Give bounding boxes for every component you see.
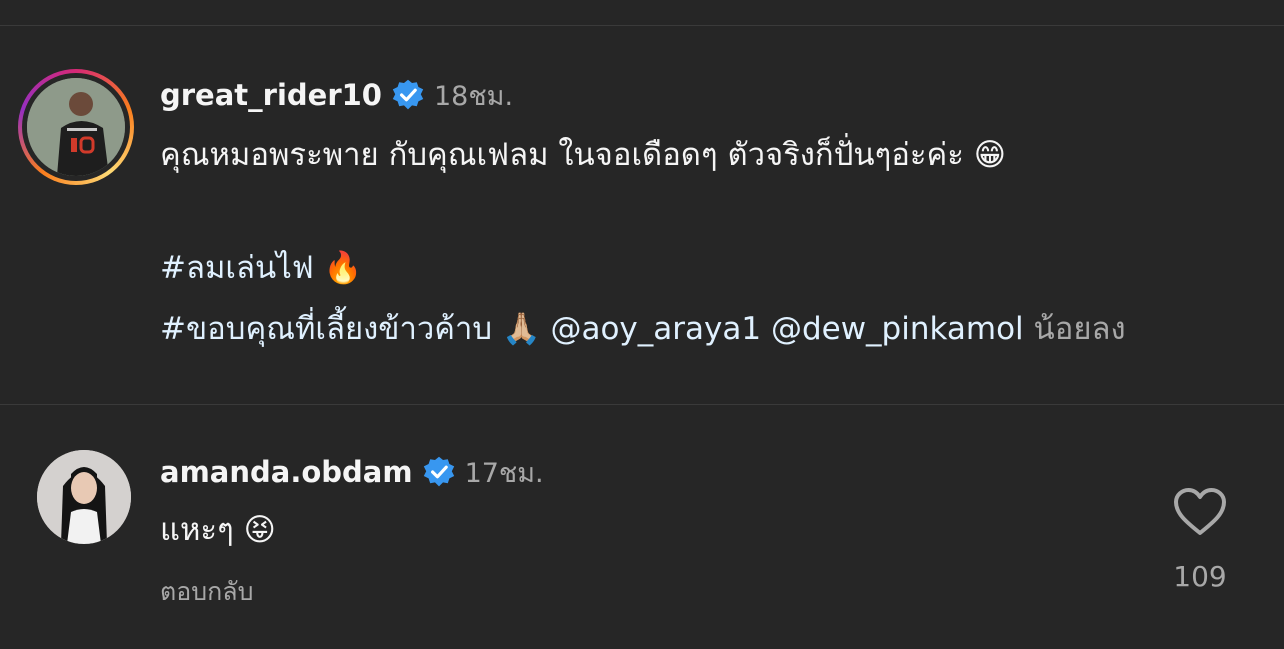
like-count: 109 — [1173, 560, 1227, 593]
grinning-emoji-icon: 😁 — [973, 137, 1007, 173]
praying-hands-emoji-icon: 🙏🏼 — [501, 311, 541, 347]
post-author-avatar[interactable] — [18, 69, 134, 185]
comment-author-avatar[interactable] — [37, 450, 131, 544]
show-less-link[interactable]: น้อยลง — [1034, 311, 1126, 347]
post-username[interactable]: great_rider10 — [160, 78, 382, 112]
mention-link[interactable]: @aoy_araya1 — [550, 311, 761, 347]
comment-username[interactable]: amanda.obdam — [160, 455, 413, 489]
squinting-tongue-emoji-icon: 😝 — [243, 512, 276, 548]
comment-timestamp: 17ชม. — [464, 457, 544, 489]
comment-text: แหะๆ 😝 — [160, 512, 276, 548]
fire-emoji-icon: 🔥 — [323, 250, 363, 286]
post-caption-line2: #ลมเล่นไฟ 🔥 — [160, 248, 362, 288]
like-heart-icon[interactable] — [1173, 487, 1227, 537]
avatar-photo-woman — [37, 450, 131, 544]
comments-panel: great_rider10 18ชม. คุณหมอพระพาย กับคุณเ… — [0, 0, 1284, 649]
post-header: great_rider10 18ชม. — [160, 75, 513, 115]
section-divider — [0, 404, 1284, 405]
verified-badge-icon — [392, 79, 424, 110]
post-caption-line3: #ขอบคุณที่เลี้ยงข้าวค้าบ 🙏🏼 @aoy_araya1 … — [160, 309, 1126, 349]
mention-link[interactable]: @dew_pinkamol — [771, 311, 1024, 347]
hashtag-link[interactable]: #ลมเล่นไฟ — [160, 250, 314, 286]
avatar-photo-footballer — [27, 78, 125, 176]
reply-button[interactable]: ตอบกลับ — [160, 572, 253, 612]
post-caption-line1: คุณหมอพระพาย กับคุณเฟลม ในจอเดือดๆ ตัวจร… — [160, 137, 1007, 173]
comment-header: amanda.obdam 17ชม. — [160, 452, 544, 492]
verified-badge-icon — [423, 456, 454, 487]
post-timestamp: 18ชม. — [434, 80, 514, 112]
top-divider — [0, 25, 1284, 26]
hashtag-link[interactable]: #ขอบคุณที่เลี้ยงข้าวค้าบ — [160, 311, 492, 347]
